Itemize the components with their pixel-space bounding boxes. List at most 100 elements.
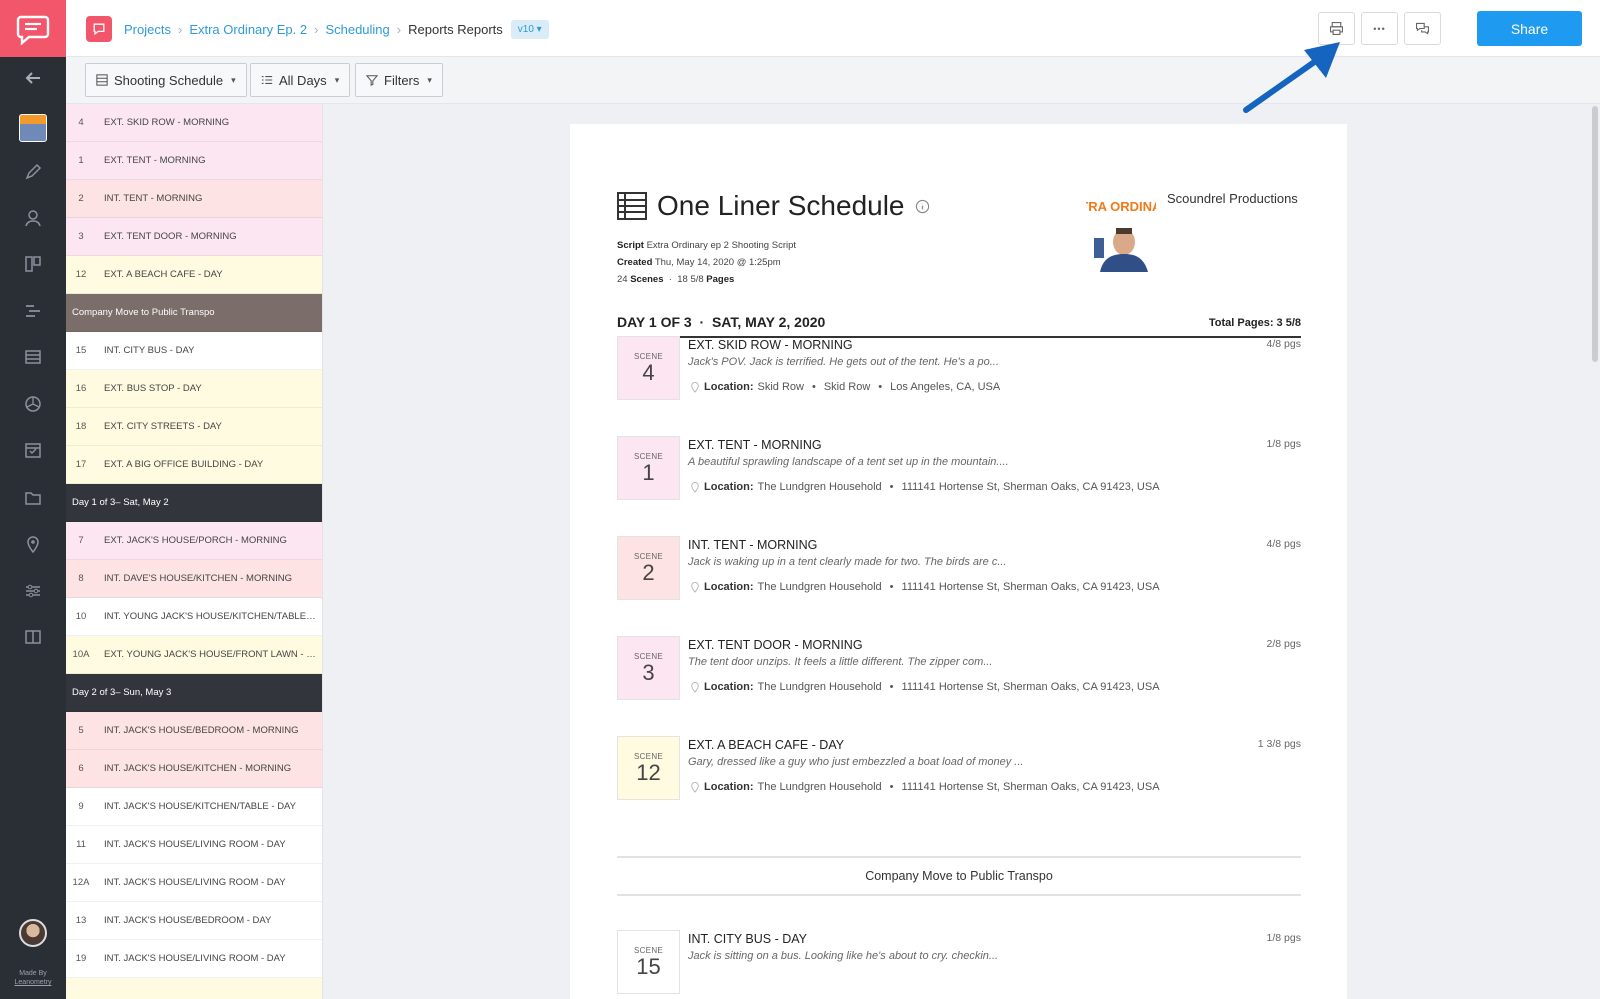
schedule-icon[interactable]	[0, 295, 66, 327]
user-avatar[interactable]	[19, 919, 47, 947]
location-address: 111141 Hortense St, Sherman Oaks, CA 914…	[901, 781, 1160, 793]
folder-icon[interactable]	[0, 481, 66, 513]
scene-description: Jack is sitting on a bus. Looking like h…	[688, 950, 999, 962]
scene-entry[interactable]: SCENE 1 EXT. TENT - MORNING A beautiful spr…	[617, 436, 1301, 500]
vertical-scrollbar[interactable]	[1592, 106, 1598, 362]
scene-strip[interactable]: 11 INT. JACK'S HOUSE/LIVING ROOM - DAY	[66, 826, 322, 864]
scenes-label: Scenes	[630, 274, 664, 285]
scene-entry[interactable]: SCENE 15 INT. CITY BUS - DAY Jack is sit…	[617, 930, 1301, 994]
scene-strip[interactable]: 10 INT. YOUNG JACK'S HOUSE/KITCHEN/TABLE …	[66, 598, 322, 636]
scene-heading: EXT. TENT DOOR - MORNING	[688, 638, 863, 652]
info-icon[interactable]	[915, 199, 930, 214]
scene-strip[interactable]: 18 EXT. CITY STREETS - DAY	[66, 408, 322, 446]
scene-entry[interactable]: SCENE 4 EXT. SKID ROW - MORNING Jack's POV.…	[617, 336, 1301, 400]
chevron-right-icon: ›	[396, 22, 402, 37]
strip-scene-label: EXT. CITY STREETS - DAY	[104, 421, 222, 432]
report-document: One Liner Schedule Script Extra Ordinary…	[570, 124, 1347, 999]
scene-strip[interactable]: 4 EXT. SKID ROW - MORNING	[66, 104, 322, 142]
banner-label: Day 1 of 3– Sat, May 2	[72, 497, 169, 508]
scene-strip[interactable]: 16 EXT. BUS STOP - DAY	[66, 370, 322, 408]
settings-sliders-icon[interactable]	[0, 575, 66, 607]
days-dropdown[interactable]: All Days ▾	[250, 63, 351, 97]
day-banner-strip[interactable]: Company Move to Public Transpo	[66, 294, 322, 332]
scene-heading: EXT. TENT - MORNING	[688, 438, 822, 452]
share-button[interactable]: Share	[1477, 11, 1582, 46]
scene-strip[interactable]: 7 EXT. JACK'S HOUSE/PORCH - MORNING	[66, 522, 322, 560]
breadcrumb-scheduling[interactable]: Scheduling	[325, 22, 389, 37]
characters-icon[interactable]	[0, 202, 66, 234]
scene-strip[interactable]: 5 INT. JACK'S HOUSE/BEDROOM - MORNING	[66, 712, 322, 750]
version-dropdown[interactable]: v10 ▾	[510, 20, 549, 39]
scene-strip[interactable]: 12A INT. JACK'S HOUSE/LIVING ROOM - DAY	[66, 864, 322, 902]
separator-dot: •	[878, 381, 883, 393]
project-thumbnail[interactable]	[19, 114, 47, 142]
scene-number-badge: SCENE 3	[617, 636, 680, 700]
location-name: The Lundgren Household	[757, 481, 882, 493]
strip-scene-number: 6	[78, 763, 84, 774]
pencil-icon[interactable]	[0, 156, 66, 188]
strip-scene-number: 15	[75, 345, 87, 356]
storyboard-icon[interactable]	[0, 248, 66, 280]
filters-label: Filters	[384, 72, 420, 88]
total-pages: Total Pages: 3 5/8	[1208, 317, 1301, 329]
scene-entry[interactable]: SCENE 12 EXT. A BEACH CAFE - DAY Gary, dres…	[617, 736, 1301, 800]
location-name: The Lundgren Household	[757, 581, 882, 593]
scene-strip[interactable]: 17 EXT. A BIG OFFICE BUILDING - DAY	[66, 446, 322, 484]
scene-number: 1	[642, 459, 655, 485]
back-arrow-icon[interactable]	[0, 62, 66, 94]
report-toolbar: Shooting Schedule ▾ All Days ▾ Filters ▾	[66, 57, 1600, 104]
scene-strip[interactable]: 15 INT. CITY BUS - DAY	[66, 332, 322, 370]
app-logo-icon[interactable]	[0, 0, 66, 57]
scene-entry[interactable]: SCENE 2 INT. TENT - MORNING Jack is waking …	[617, 536, 1301, 600]
location-address: 111141 Hortense St, Sherman Oaks, CA 914…	[901, 681, 1160, 693]
scene-strip[interactable]: 19 INT. JACK'S HOUSE/LIVING ROOM - DAY	[66, 940, 322, 978]
strip-scene-number: 19	[75, 953, 87, 964]
breadcrumb-projects[interactable]: Projects	[124, 22, 171, 37]
strip-scene-number: 4	[78, 117, 84, 128]
day-title: DAY 1 OF 3 · SAT, MAY 2, 2020	[617, 314, 825, 330]
project-icon[interactable]	[86, 16, 112, 42]
scene-page-count: 1 3/8 pgs	[1257, 738, 1301, 750]
day-date: SAT, MAY 2, 2020	[711, 314, 826, 330]
scene-strip[interactable]: 2 INT. TENT - MORNING	[66, 180, 322, 218]
scene-strip[interactable]: 13 INT. JACK'S HOUSE/BEDROOM - DAY	[66, 902, 322, 940]
day-banner-strip[interactable]: Day 2 of 3– Sun, May 3	[66, 674, 322, 712]
calendar-icon[interactable]	[0, 434, 66, 466]
day-banner-strip[interactable]: Day 1 of 3– Sat, May 2	[66, 484, 322, 522]
strip-scene-label: EXT. BUS STOP - DAY	[104, 383, 202, 394]
day-separator: ·	[699, 314, 705, 330]
scene-strip[interactable]: 8 INT. DAVE'S HOUSE/KITCHEN - MORNING	[66, 560, 322, 598]
strip-scene-number: 3	[78, 231, 84, 242]
strip-scene-label: INT. JACK'S HOUSE/BEDROOM - MORNING	[104, 725, 299, 736]
aperture-icon[interactable]	[0, 388, 66, 420]
poster-title: EXTRA ORDINARY	[1086, 199, 1156, 214]
location-pin-icon	[691, 682, 699, 693]
scene-number: 2	[642, 559, 655, 585]
location-pin-icon[interactable]	[0, 528, 66, 560]
report-type-dropdown[interactable]: Shooting Schedule ▾	[85, 63, 247, 97]
scene-strip[interactable]: 12 EXT. A BEACH CAFE - DAY	[66, 256, 322, 294]
scene-strip[interactable]: 6 INT. JACK'S HOUSE/KITCHEN - MORNING	[66, 750, 322, 788]
location-pin-icon	[691, 482, 699, 493]
schedule-table-icon	[617, 192, 647, 220]
breadcrumb-project[interactable]: Extra Ordinary Ep. 2	[189, 22, 307, 37]
more-options-button[interactable]: •••	[1361, 12, 1398, 45]
location-city: Los Angeles, CA, USA	[890, 381, 1001, 393]
report-meta: Script Extra Ordinary ep 2 Shooting Scri…	[617, 240, 797, 285]
company-text[interactable]: Leanometry	[0, 978, 66, 987]
scene-strip[interactable]: 1 EXT. TENT - MORNING	[66, 142, 322, 180]
scene-strip[interactable]: 3 EXT. TENT DOOR - MORNING	[66, 218, 322, 256]
filters-dropdown[interactable]: Filters ▾	[355, 63, 443, 97]
scene-strip[interactable]: 9 INT. JACK'S HOUSE/KITCHEN/TABLE - DAY	[66, 788, 322, 826]
scene-number-badge: SCENE 12	[617, 736, 680, 800]
comments-button[interactable]	[1404, 12, 1441, 45]
chevron-down-icon: ▾	[427, 74, 432, 85]
list-icon[interactable]	[0, 341, 66, 373]
scene-entry[interactable]: SCENE 3 EXT. TENT DOOR - MORNING The tent d…	[617, 636, 1301, 700]
scenes-count: 24	[617, 274, 628, 285]
scene-strip[interactable]	[66, 978, 322, 999]
scene-location: Location: The Lundgren Household • 111141 …	[690, 781, 1160, 793]
strip-scene-number: 2	[78, 193, 84, 204]
scene-strip[interactable]: 10A EXT. YOUNG JACK'S HOUSE/FRONT LAWN - …	[66, 636, 322, 674]
book-icon[interactable]	[0, 621, 66, 653]
